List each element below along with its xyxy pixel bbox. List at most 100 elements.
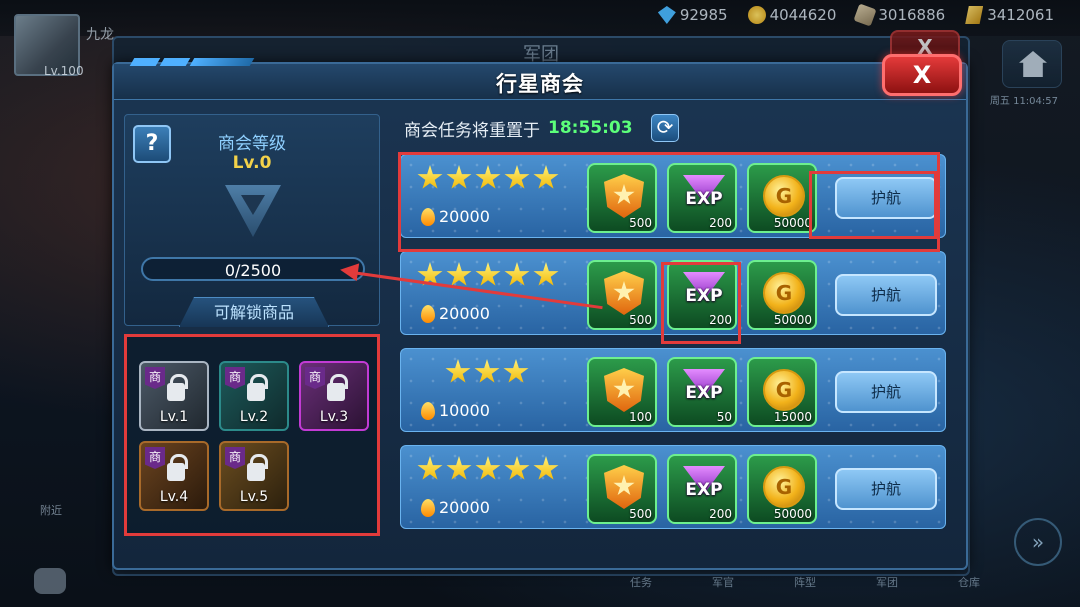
reward-gold[interactable]: G 50000 [747,454,817,524]
planet-guild-dialog: 行星商会 X ? 商会等级 Lv.0 0/2500 可解锁商品 商 Lv.1 商… [112,54,968,570]
unlock-item-lv3[interactable]: 商 Lv.3 [299,361,369,431]
star-icon [446,456,472,480]
exp-icon: EXP [677,175,731,219]
gem-icon [657,6,676,24]
reward-quantity: 50 [716,410,732,424]
lock-icon [247,454,268,481]
unlock-item-lv1[interactable]: 商 Lv.1 [139,361,209,431]
task-cost: 10000 [421,401,490,420]
reward-gold[interactable]: G 50000 [747,163,817,233]
chat-icon[interactable] [34,568,66,594]
escort-button[interactable]: 护航 [835,468,937,510]
reward-exp[interactable]: EXP 200 [667,454,737,524]
reward-gold[interactable]: G 15000 [747,357,817,427]
lock-icon [247,374,268,401]
reward-quantity: 500 [629,216,652,230]
reward-badge[interactable]: 500 [587,454,657,524]
close-button[interactable]: X [882,54,962,96]
unlock-item-lv4[interactable]: 商 Lv.4 [139,441,209,511]
exp-icon: EXP [677,466,731,510]
star-rating [417,165,559,191]
home-button[interactable] [1002,40,1062,88]
reward-exp[interactable]: EXP 50 [667,357,737,427]
unlock-item-label: Lv.5 [239,489,269,505]
star-icon [504,165,530,189]
dialog-header: 行星商会 [114,58,966,100]
reset-label: 商会任务将重置于 [404,120,540,141]
nearby-label[interactable]: 附近 [40,502,62,518]
reward-exp[interactable]: EXP 200 [667,260,737,330]
fuel-icon [421,498,435,517]
player-level: Lv.100 [44,64,84,78]
unlock-item-label: Lv.1 [159,409,189,425]
player-name: 九龙 [86,27,114,43]
star-icon [445,359,471,383]
fuel-icon [421,401,435,420]
reward-quantity: 500 [629,507,652,521]
cost-value: 20000 [439,498,490,517]
star-icon [504,456,530,480]
escort-button[interactable]: 护航 [835,371,937,413]
unlockable-items-box: 商 Lv.1 商 Lv.2 商 Lv.3 商 Lv.4 商 Lv.5 [124,334,380,536]
guild-level-value: Lv.0 [232,153,272,173]
star-icon [417,456,443,480]
reward-quantity: 50000 [773,313,812,327]
exp-icon: EXP [677,369,731,413]
shop-tag-icon: 商 [305,367,325,389]
gold-bar-icon [965,6,984,24]
nav-formation[interactable]: 阵型 [794,574,816,590]
fuel-icon [421,304,435,323]
reward-exp[interactable]: EXP 200 [667,163,737,233]
guild-progress-bar: 0/2500 [141,257,365,281]
task-cost: 20000 [421,207,490,226]
lock-icon [167,454,188,481]
reward-quantity: 500 [629,313,652,327]
resource-value: 3016886 [878,6,946,24]
forward-button[interactable]: » [1014,518,1062,566]
task-cost: 20000 [421,304,490,323]
reward-badge[interactable]: 500 [587,163,657,233]
resource-gold-bar: 3412061 [965,6,1054,24]
task-row: 20000 500 EXP 200 G 50000 护航 [400,445,946,529]
shop-tag-icon: 商 [145,447,165,469]
nav-legion[interactable]: 军团 [876,574,898,590]
task-cost: 20000 [421,498,490,517]
task-row: 20000 500 EXP 200 G 50000 护航 [400,154,946,238]
unlock-item-lv2[interactable]: 商 Lv.2 [219,361,289,431]
task-row: 20000 500 EXP 200 G 50000 护航 [400,251,946,335]
star-icon [417,165,443,189]
star-icon [475,165,501,189]
reward-quantity: 200 [709,313,732,327]
lock-icon [167,374,188,401]
lock-icon [327,374,348,401]
nav-warehouse[interactable]: 仓库 [958,574,980,590]
dialog-title: 行星商会 [496,72,584,96]
nav-tasks[interactable]: 任务 [630,574,652,590]
resource-value: 92985 [679,6,728,24]
reward-badge[interactable]: 100 [587,357,657,427]
gold-coin-icon: G [763,175,805,217]
escort-button[interactable]: 护航 [835,274,937,316]
star-icon [503,359,529,383]
star-icon [446,165,472,189]
nav-officers[interactable]: 军官 [712,574,734,590]
reward-quantity: 15000 [773,410,812,424]
reward-badge[interactable]: 500 [587,260,657,330]
unlock-item-lv5[interactable]: 商 Lv.5 [219,441,289,511]
gold-coin-icon: G [763,369,805,411]
resource-gems: 92985 [657,6,728,24]
cost-value: 20000 [439,207,490,226]
gold-coin-icon [747,6,766,24]
refresh-icon[interactable] [650,114,679,142]
resource-ore: 3016886 [853,3,946,27]
cost-value: 10000 [439,401,490,420]
progress-text: 0/2500 [224,261,282,280]
star-icon [475,456,501,480]
star-rating [445,359,529,385]
escort-button[interactable]: 护航 [835,177,937,219]
resource-bar: 92985 4044620 3016886 3412061 [657,3,1054,27]
reward-quantity: 50000 [773,507,812,521]
reward-gold[interactable]: G 50000 [747,260,817,330]
medal-icon [604,368,644,412]
unlockable-items-grid: 商 Lv.1 商 Lv.2 商 Lv.3 商 Lv.4 商 Lv.5 [139,361,369,511]
